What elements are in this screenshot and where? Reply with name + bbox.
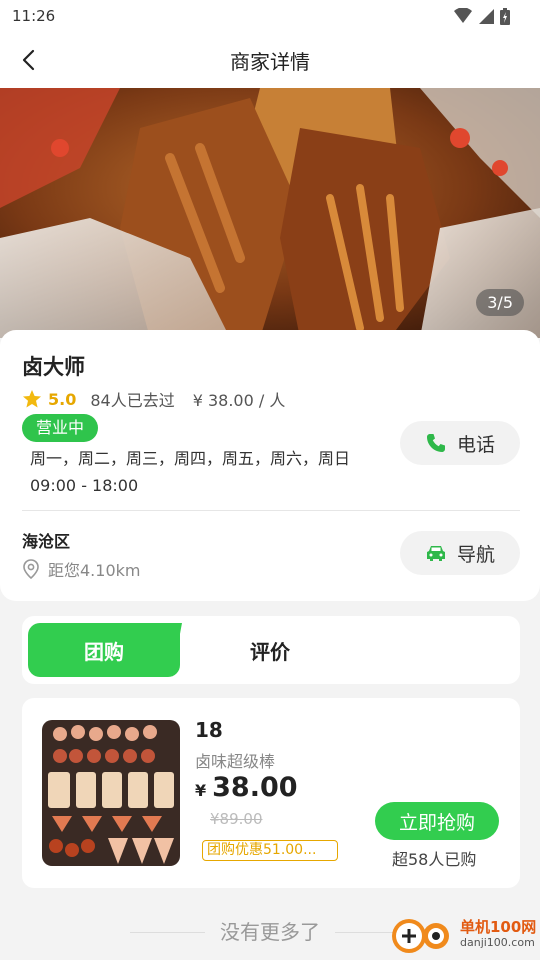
deal-title: 18 — [195, 718, 223, 742]
status-time: 11:26 — [12, 7, 56, 25]
wifi-icon — [454, 8, 472, 23]
call-button[interactable]: 电话 — [400, 421, 520, 465]
tab-bar: 团购 评价 — [22, 616, 520, 684]
shop-info-card: 卤大师 5.0 84人已去过 ¥ 38.00 / 人 营业中 周一，周二，周三，… — [0, 330, 540, 601]
signal-icon — [479, 9, 494, 24]
navigate-button-label: 导航 — [456, 543, 495, 566]
watermark-text: 单机100网 danji100.com — [460, 918, 537, 949]
tab-reviews[interactable]: 评价 — [210, 623, 330, 677]
deal-card[interactable]: 18 卤味超级棒 ¥ 38.00 ¥89.00 团购优惠51.00... 立即抢… — [22, 698, 520, 888]
nav-bar: 商家详情 — [0, 32, 540, 88]
visit-count: 84人已去过 — [90, 391, 175, 410]
skewer-photo-illustration — [42, 720, 180, 866]
deal-price-value: 38.00 — [212, 772, 298, 803]
shop-name: 卤大师 — [22, 355, 85, 379]
distance-row: 距您4.10km — [22, 557, 140, 581]
navigate-button[interactable]: 导航 — [400, 531, 520, 575]
sold-count: 超58人已购 — [392, 850, 477, 869]
original-price: ¥89.00 — [210, 810, 263, 828]
battery-icon — [500, 7, 510, 25]
tab-group-buy[interactable]: 团购 — [28, 623, 180, 677]
rating-score: 5.0 — [48, 389, 77, 409]
deal-subtitle: 卤味超级棒 — [195, 752, 276, 771]
watermark-logo-icon — [392, 919, 449, 953]
rating-row: 5.0 84人已去过 ¥ 38.00 / 人 — [22, 388, 518, 410]
business-days: 周一，周二，周三，周四，周五，周六，周日 — [30, 449, 351, 468]
discount-badge: 团购优惠51.00... — [202, 840, 338, 861]
car-icon — [426, 546, 445, 561]
currency-symbol: ¥ — [195, 781, 207, 800]
food-photo-illustration — [0, 88, 540, 338]
buy-now-button[interactable]: 立即抢购 — [375, 802, 499, 840]
business-hours: 09:00 - 18:00 — [30, 476, 139, 495]
distance-text: 距您4.10km — [48, 561, 141, 580]
district: 海沧区 — [22, 532, 71, 551]
watermark-name: 单机100网 — [460, 918, 537, 936]
location-pin-icon — [23, 559, 39, 579]
image-counter: 3/5 — [476, 289, 524, 316]
watermark: 单机100网 danji100.com — [390, 914, 536, 954]
hero-photo[interactable]: 3/5 — [0, 88, 540, 338]
open-status-badge: 营业中 — [22, 414, 99, 442]
divider — [22, 510, 520, 511]
deal-price: ¥ 38.00 — [195, 772, 298, 803]
deal-photo[interactable] — [42, 720, 180, 866]
page-title: 商家详情 — [230, 49, 310, 74]
phone-icon — [426, 434, 445, 452]
call-button-label: 电话 — [456, 433, 495, 456]
status-icons — [454, 7, 510, 25]
price-per-person: ¥ 38.00 / 人 — [192, 391, 286, 410]
status-bar: 11:26 — [0, 0, 540, 32]
back-arrow-icon[interactable] — [16, 46, 44, 74]
watermark-url: danji100.com — [460, 936, 535, 949]
star-icon — [23, 390, 41, 408]
